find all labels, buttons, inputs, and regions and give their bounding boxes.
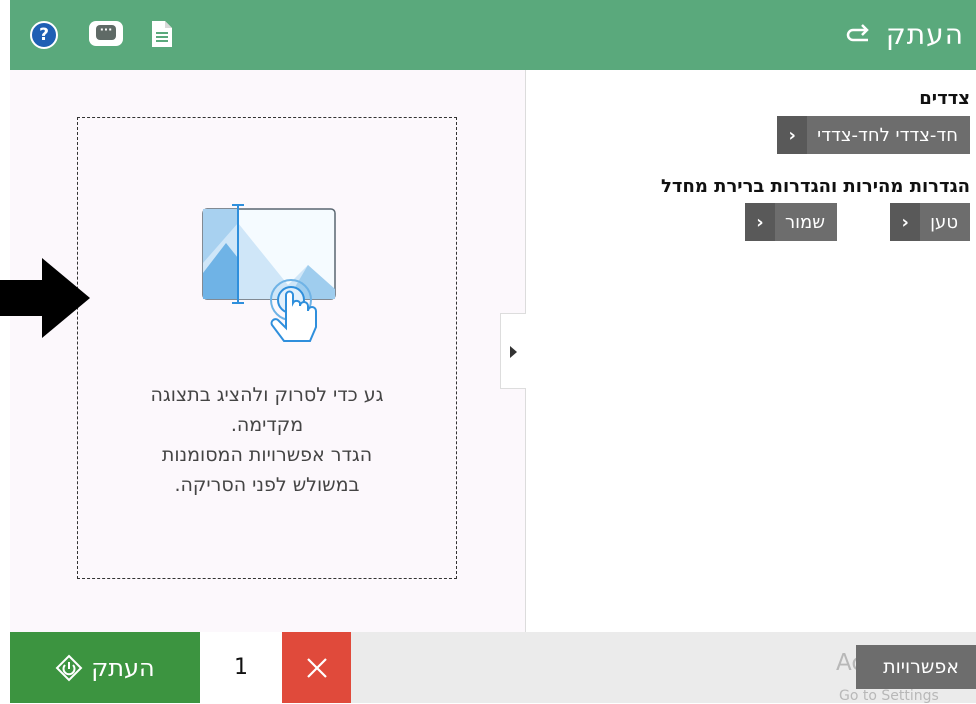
load-label: טען [930,211,958,233]
settings-panel: צדדים חד-צדדי לחד-צדדי ‹ הגדרות מהירות ו… [526,70,976,632]
hint-line-2: מקדימה. [230,414,304,436]
quantity-field[interactable]: 1 [200,632,282,703]
start-diamond-icon [55,654,83,681]
bottom-bar: העתק 1 Ac אפשרויות Go to Settings [10,632,976,704]
load-button[interactable]: טען ‹ [890,203,970,241]
presets-label: הגדרות מהירות והגדרות ברירת מחדל [661,176,970,197]
start-copy-button[interactable]: העתק [10,632,200,703]
chat-dots: ··· [96,24,116,40]
copy-icon [846,24,869,42]
help-icon[interactable]: ? [30,21,58,49]
start-copy-label: העתק [91,653,155,682]
close-icon [306,657,327,678]
scan-preview-area[interactable]: גע כדי לסרוק ולהציג בתצוגה מקדימה. הגדר … [77,117,457,579]
clear-button[interactable] [282,632,351,703]
chat-icon[interactable]: ··· [89,21,123,46]
hint-line-4: במשולש לפני הסריקה. [174,474,360,496]
panel-toggle-button[interactable] [500,313,526,389]
chevron-left-icon: ‹ [890,203,921,241]
chevron-left-icon: ‹ [777,116,808,154]
document-icon[interactable] [152,21,172,47]
chevron-left-icon: ‹ [744,203,775,241]
sides-label: צדדים [919,88,970,109]
title-area: העתק [846,14,964,54]
scan-preview-icon [202,204,336,342]
pointer-arrow-icon [0,258,90,338]
preview-hint: גע כדי לסרוק ולהציג בתצוגה מקדימה. הגדר … [88,380,446,500]
sides-button[interactable]: חד-צדדי לחד-צדדי ‹ [777,116,970,154]
hint-line-1: גע כדי לסרוק ולהציג בתצוגה [150,384,384,406]
page-title: העתק [885,17,964,51]
activation-watermark-subtext: Go to Settings [839,688,939,704]
sides-value: חד-צדדי לחד-צדדי [817,124,958,146]
triangle-right-icon [510,346,517,358]
hint-line-3: הגדר אפשרויות המסומנות [161,444,373,466]
header-bar: ? ··· העתק [10,0,976,70]
options-button[interactable]: אפשרויות [856,645,976,689]
save-label: שמור [784,211,825,233]
save-button[interactable]: שמור ‹ [744,203,837,241]
